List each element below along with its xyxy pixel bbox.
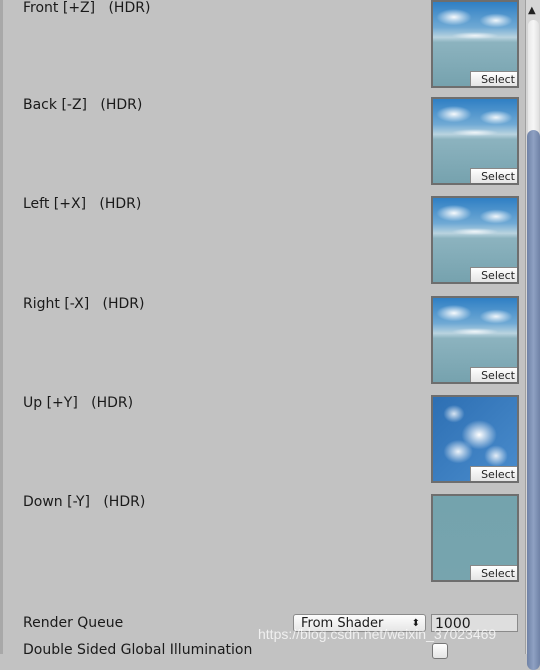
cubemap-face-row: Left [+X] (HDR) Select bbox=[0, 196, 525, 295]
face-label: Back [-Z] (HDR) bbox=[23, 97, 143, 113]
cubemap-face-row: Back [-Z] (HDR) Select bbox=[0, 97, 525, 196]
face-texture-slot[interactable]: Select bbox=[431, 97, 519, 185]
face-texture-slot[interactable]: Select bbox=[431, 494, 519, 582]
face-label: Up [+Y] (HDR) bbox=[23, 395, 134, 411]
face-texture-slot[interactable]: Select bbox=[431, 296, 519, 384]
face-texture-slot[interactable]: Select bbox=[431, 196, 519, 284]
face-texture-slot[interactable]: Select bbox=[431, 395, 519, 483]
cubemap-face-row: Front [+Z] (HDR) Select bbox=[0, 0, 525, 99]
cubemap-face-row: Up [+Y] (HDR) Select bbox=[0, 395, 525, 494]
select-texture-button[interactable]: Select bbox=[470, 565, 517, 580]
render-queue-value-input[interactable]: 1000 bbox=[431, 614, 518, 632]
face-texture-slot[interactable]: Select bbox=[431, 0, 519, 88]
select-texture-button[interactable]: Select bbox=[470, 168, 517, 183]
cubemap-face-row: Down [-Y] (HDR) Select bbox=[0, 494, 525, 593]
select-texture-button[interactable]: Select bbox=[470, 466, 517, 481]
render-queue-dropdown[interactable]: From Shader ⬍ bbox=[293, 614, 426, 632]
scroll-thumb[interactable] bbox=[527, 130, 540, 670]
face-label: Right [-X] (HDR) bbox=[23, 296, 145, 312]
double-sided-gi-label: Double Sided Global Illumination bbox=[23, 642, 253, 658]
face-label: Front [+Z] (HDR) bbox=[23, 0, 151, 16]
select-texture-button[interactable]: Select bbox=[470, 267, 517, 282]
select-texture-button[interactable]: Select bbox=[470, 71, 517, 86]
face-label: Left [+X] (HDR) bbox=[23, 196, 142, 212]
scroll-up-arrow-icon[interactable]: ▲ bbox=[528, 5, 536, 16]
vertical-scrollbar[interactable]: ▲ bbox=[525, 0, 540, 670]
updown-caret-icon: ⬍ bbox=[411, 618, 420, 629]
render-queue-label: Render Queue bbox=[23, 615, 124, 631]
select-texture-button[interactable]: Select bbox=[470, 367, 517, 382]
double-sided-gi-checkbox[interactable] bbox=[432, 643, 448, 659]
cubemap-face-row: Right [-X] (HDR) Select bbox=[0, 296, 525, 395]
render-queue-mode: From Shader bbox=[301, 616, 384, 631]
face-label: Down [-Y] (HDR) bbox=[23, 494, 146, 510]
